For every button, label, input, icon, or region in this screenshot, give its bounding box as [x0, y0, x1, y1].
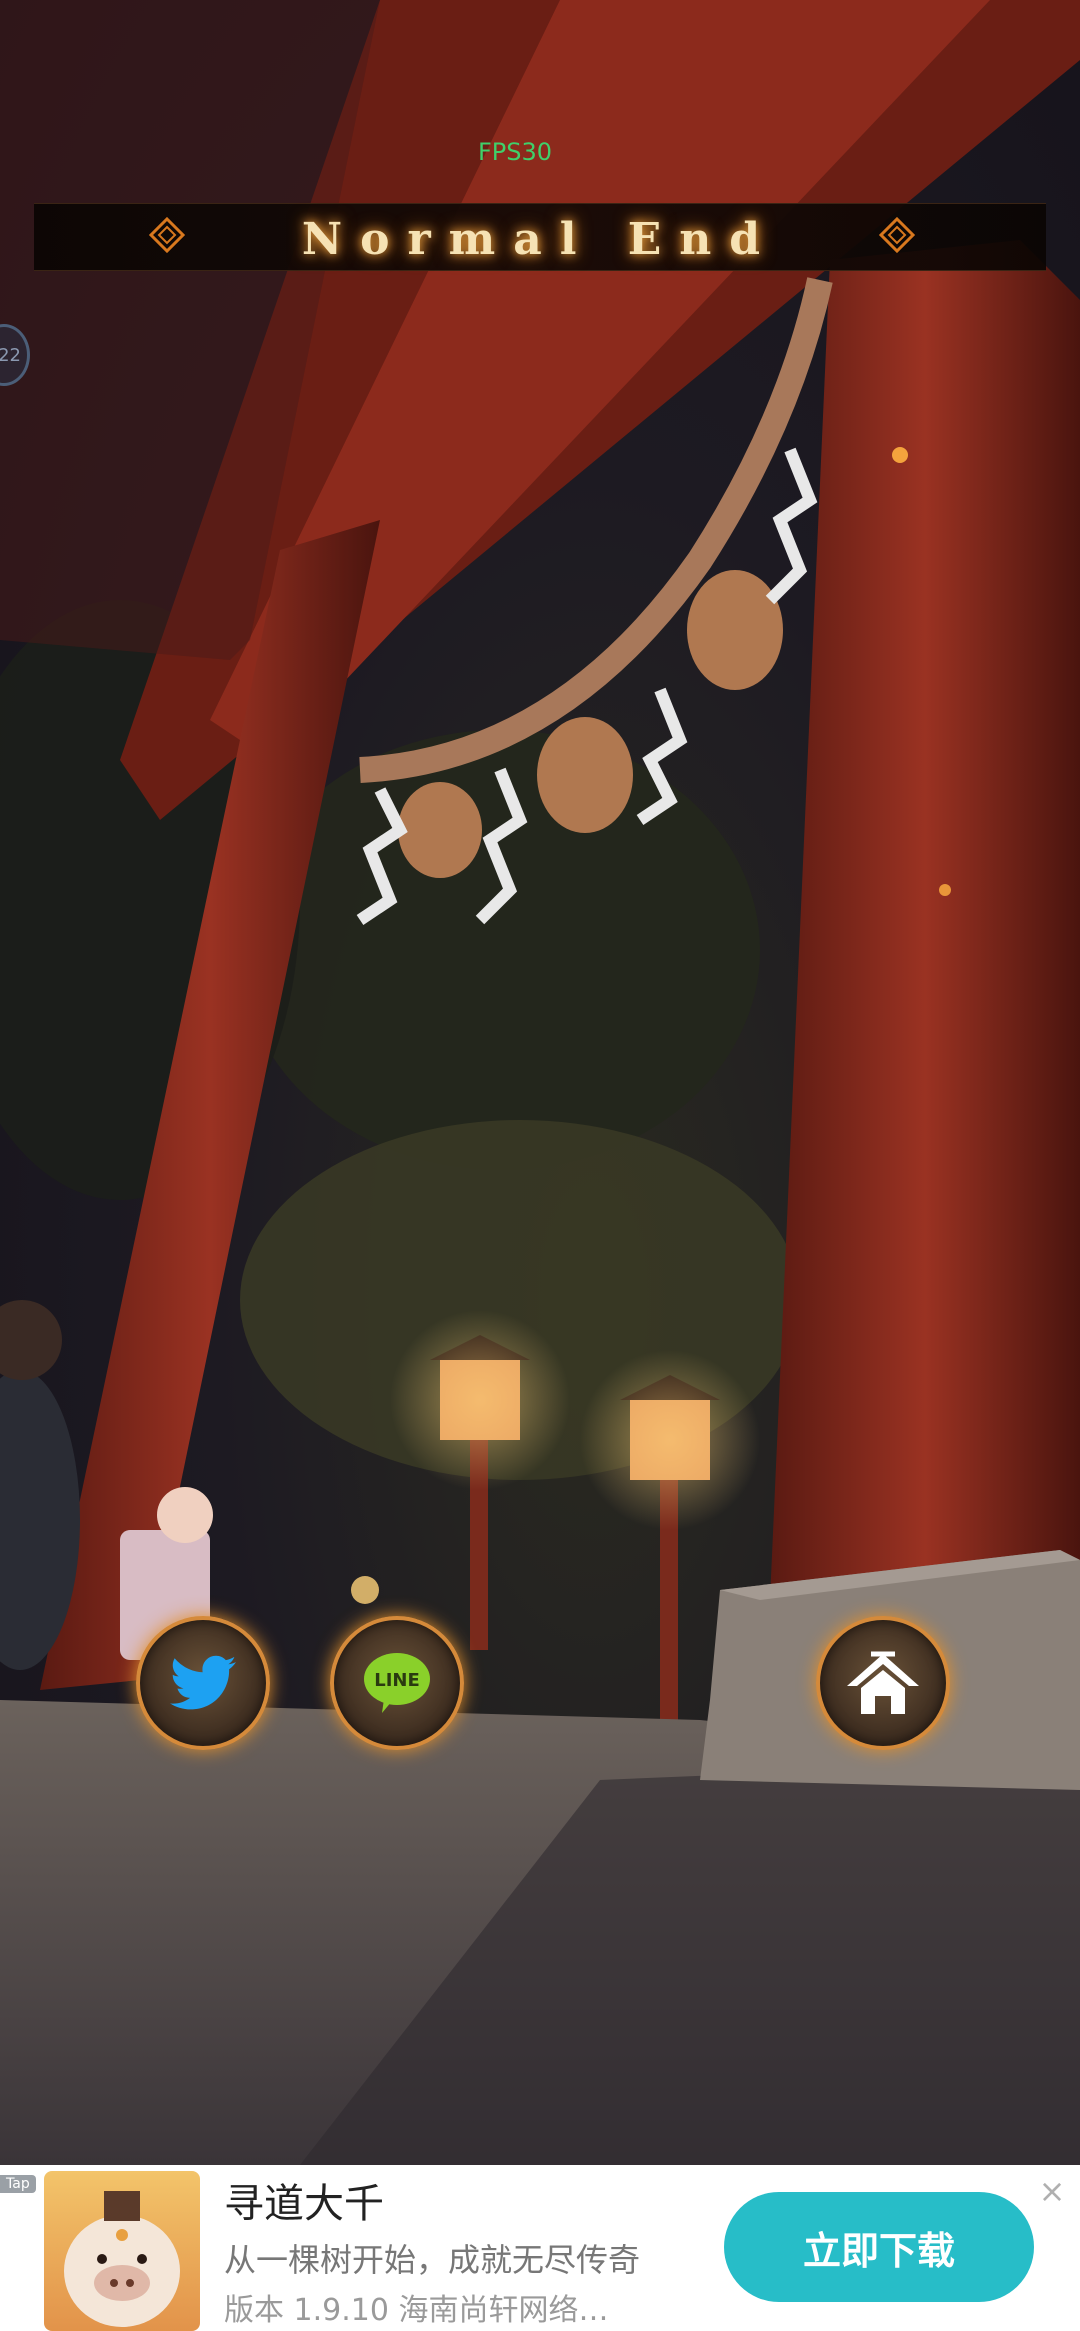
line-icon: LINE [364, 1653, 430, 1713]
home-icon [847, 1651, 919, 1714]
shrine-background [0, 0, 1080, 2165]
side-badge-label: 22 [0, 344, 21, 366]
close-icon[interactable]: × [1036, 2175, 1068, 2207]
end-banner: Normal End [34, 203, 1046, 271]
diamond-ornament-icon [879, 217, 915, 253]
svg-text:LINE: LINE [374, 1670, 420, 1691]
share-line-button[interactable]: LINE [330, 1616, 464, 1750]
ad-title: 寻道大千 [224, 2181, 384, 2227]
share-twitter-button[interactable] [136, 1616, 270, 1750]
game-scene [0, 0, 1080, 2165]
ad-subtitle: 从一棵树开始，成就无尽传奇 [224, 2241, 641, 2279]
fps-counter: FPS30 [477, 138, 553, 166]
app-icon[interactable] [44, 2171, 200, 2331]
home-button[interactable] [816, 1616, 950, 1750]
twitter-icon [170, 1655, 236, 1710]
ad-tag: Tap [0, 2175, 36, 2193]
download-button[interactable]: 立即下载 [724, 2192, 1034, 2302]
pig-character-icon [64, 2191, 180, 2327]
ad-version: 版本 1.9.10 海南尚轩网络… [224, 2293, 609, 2328]
ad-banner[interactable]: Tap 寻道大千 从一棵树开始，成就无尽传奇 版本 1.9.10 海南尚轩网络…… [0, 2165, 1080, 2331]
